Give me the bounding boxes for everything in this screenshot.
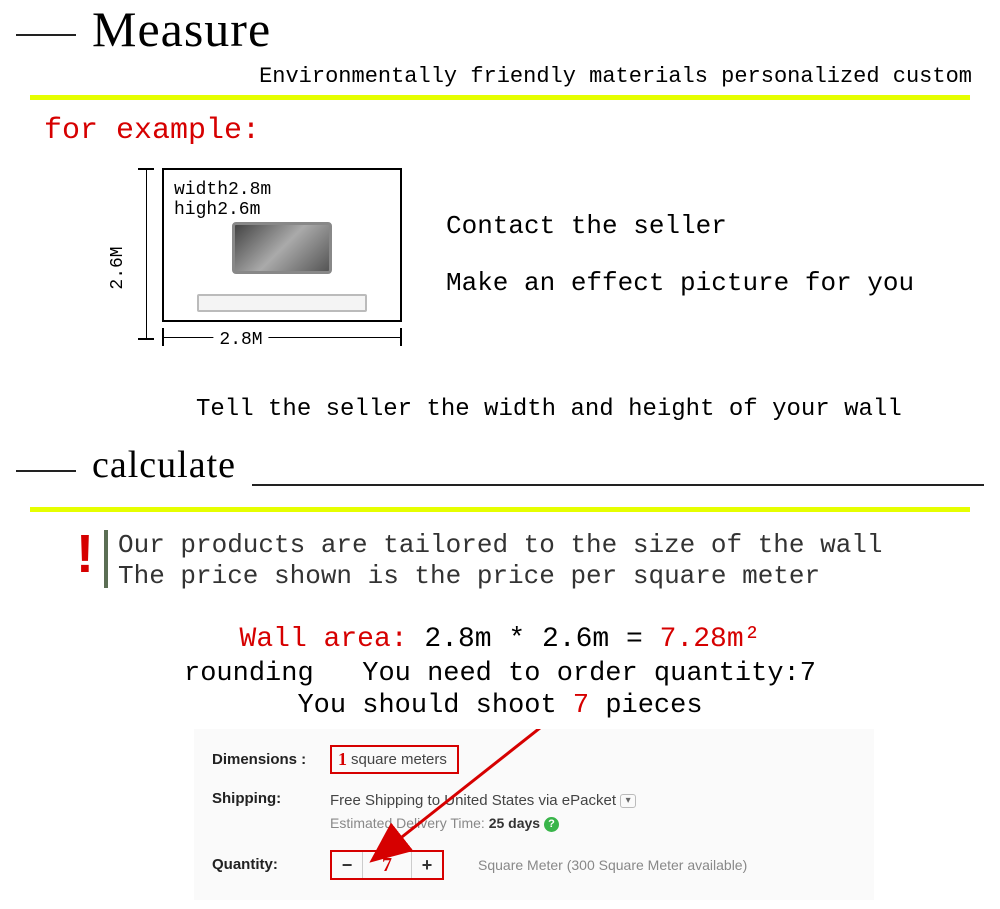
wall-width-text: width2.8m [174,180,271,200]
chevron-down-icon[interactable]: ▾ [620,794,636,808]
diagram-height-label: 2.6M [108,246,128,289]
quantity-value: 7 [363,852,411,878]
shipping-text: Free Shipping to United States via ePack… [330,792,616,809]
page-title: Measure [92,0,984,58]
formula-row: Wall area: 2.8m * 2.6m = 7.28m² [16,624,984,655]
calculate-title: calculate [92,443,236,487]
shoot-row: You should shoot 7 pieces [16,691,984,721]
wall-box: width2.8m high2.6m [162,168,402,322]
product-panel: Dimensions : 1 square meters Shipping: F… [194,729,874,900]
shoot-prefix: You should shoot [297,691,556,721]
rule-left [16,34,76,36]
quantity-decrement[interactable]: − [332,852,362,878]
separator-yellow-1 [30,95,970,100]
contact-line-2: Make an effect picture for you [446,255,914,312]
shipping-label: Shipping: [212,790,308,807]
dimensions-select[interactable]: 1 square meters [330,745,459,774]
subtitle: Environmentally friendly materials perso… [16,64,984,89]
wall-diagram: 2.6M width2.8m high2.6m 2.8M [76,168,406,368]
diagram-width-label: 2.8M [213,330,268,350]
formula-expression: 2.8m * 2.6m = [424,624,642,655]
tv-icon [232,222,332,274]
rule-left-2 [16,470,76,472]
wall-height-text: high2.6m [174,200,260,220]
shoot-suffix: pieces [605,691,702,721]
rule-right-2 [252,484,984,486]
shipping-eta-prefix: Estimated Delivery Time: [330,815,485,831]
quantity-label: Quantity: [212,856,308,873]
contact-line-1: Contact the seller [446,198,914,255]
formula-result: 7.28m² [660,624,761,655]
shipping-eta-days: 25 days [489,815,540,831]
notice-line-2: The price shown is the price per square … [118,561,883,592]
formula-label: Wall area: [240,624,408,655]
dimensions-value-num: 1 [338,749,347,770]
console-icon [197,294,367,312]
dimensions-label: Dimensions : [212,751,308,768]
quantity-increment[interactable]: + [412,852,442,878]
help-icon[interactable]: ? [544,817,559,832]
shoot-pieces: 7 [573,691,589,721]
notice-text: Our products are tailored to the size of… [118,530,883,592]
quantity-stepper[interactable]: − 7 + [330,850,444,880]
exclamation-icon: ! [76,530,94,579]
rounding-prefix: rounding [184,659,314,689]
diagram-vertical-dim [138,168,154,340]
availability-text: Square Meter (300 Square Meter available… [478,857,747,873]
vertical-bar [104,530,108,588]
rounding-text: You need to order quantity:7 [362,659,816,689]
for-example-label: for example: [44,114,984,148]
separator-yellow-2 [30,507,970,512]
tell-seller-text: Tell the seller the width and height of … [196,396,984,423]
rounding-row: rounding You need to order quantity:7 [16,659,984,689]
diagram-horizontal-dim [162,328,402,346]
dimensions-value-unit: square meters [351,751,447,768]
contact-block: Contact the seller Make an effect pictur… [446,198,914,312]
notice-line-1: Our products are tailored to the size of… [118,530,883,561]
